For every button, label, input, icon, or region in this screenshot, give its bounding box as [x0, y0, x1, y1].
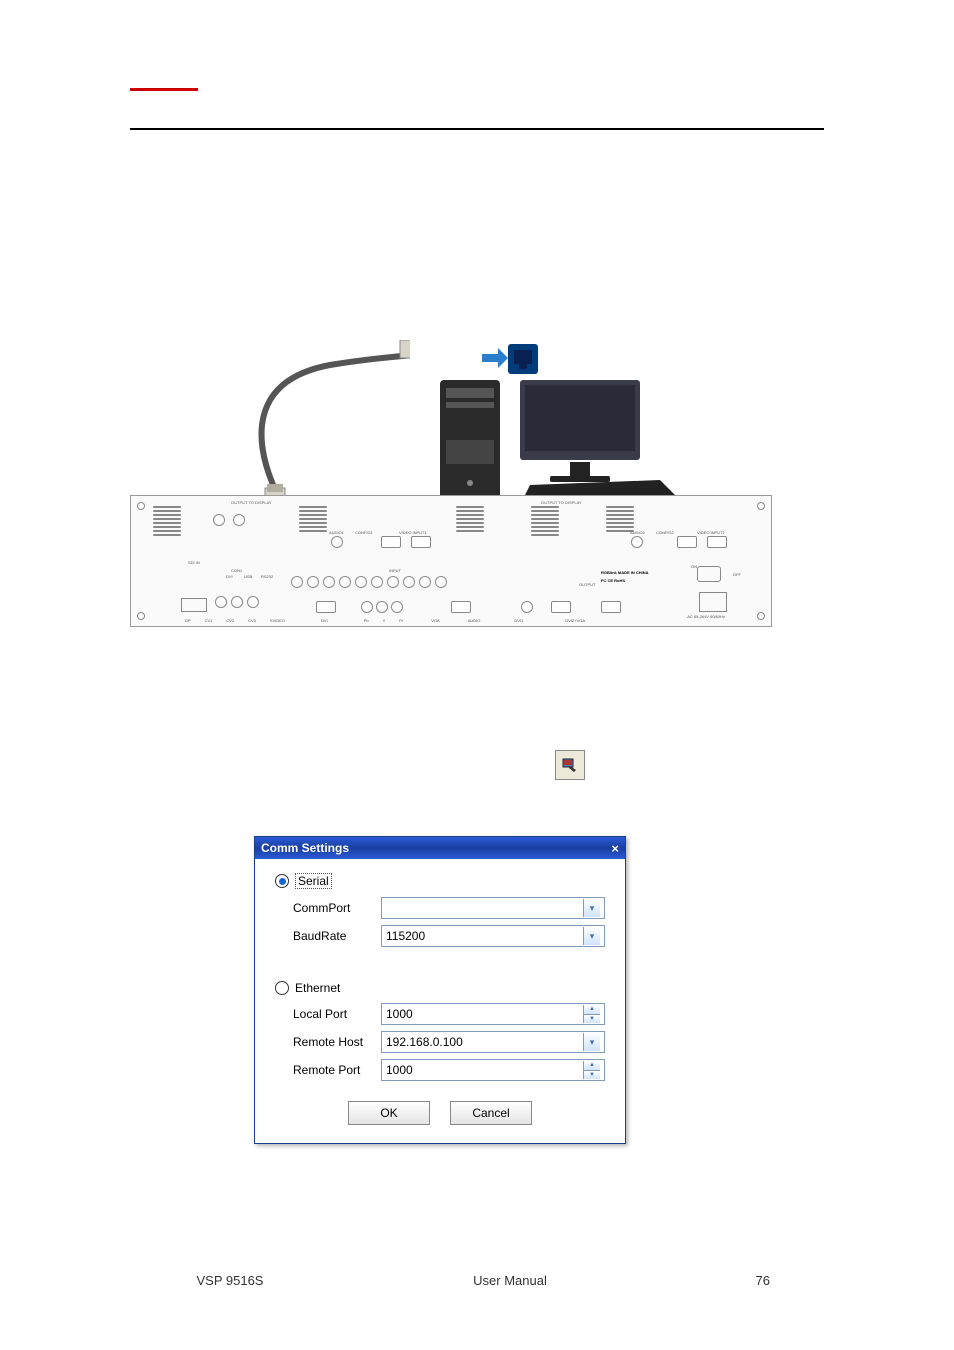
ok-button[interactable]: OK [348, 1101, 430, 1125]
localport-spinner[interactable]: 1000 ▲▼ [381, 1003, 605, 1025]
vent [456, 506, 484, 533]
chevron-down-icon[interactable]: ▾ [583, 1033, 600, 1051]
panel-label: AUDIO2 [630, 530, 645, 535]
localport-label: Local Port [275, 1007, 381, 1021]
comm-settings-dialog: Comm Settings × Serial CommPort ▾ BaudRa… [254, 836, 626, 1144]
panel-label: ON [691, 564, 697, 569]
remoteport-label: Remote Port [275, 1063, 381, 1077]
vent [606, 506, 634, 533]
baudrate-label: BaudRate [275, 929, 381, 943]
comm-settings-toolbar-icon[interactable] [555, 750, 585, 780]
vent [299, 506, 327, 533]
cancel-button[interactable]: Cancel [450, 1101, 532, 1125]
footer-title: User Manual [330, 1273, 690, 1288]
ethernet-cable-image [190, 340, 410, 520]
vent [153, 506, 181, 537]
localport-value: 1000 [386, 1007, 413, 1021]
panel-label: VIDEO INPUT2 [697, 530, 725, 535]
serial-radio[interactable] [275, 874, 289, 888]
panel-label: INPUT [389, 568, 401, 573]
panel-label: OUTPUT TO DISPLAY [231, 500, 272, 505]
panel-label: RGBlink MADE IN CHINA [601, 570, 649, 575]
remotehost-dropdown[interactable]: 192.168.0.100 ▾ [381, 1031, 605, 1053]
panel-label: CON1 [231, 568, 242, 573]
panel-label: RS232 [261, 574, 273, 579]
panel-label: VIDEO INPUT1 [399, 530, 427, 535]
chevron-down-icon[interactable]: ▾ [583, 927, 600, 945]
panel-label: AC 85-264V 50/60Hz [687, 614, 725, 619]
panel-label: OUTPUT TO DISPLAY [541, 500, 582, 505]
close-icon[interactable]: × [611, 841, 619, 856]
device-rear-panel: OUTPUT TO DISPLAY OUTPUT TO DISPLAY AUDI… [130, 495, 772, 627]
baudrate-value: 115200 [386, 929, 425, 943]
vent [531, 506, 559, 537]
remotehost-label: Remote Host [275, 1035, 381, 1049]
remotehost-value: 192.168.0.100 [386, 1035, 463, 1049]
dialog-title: Comm Settings [261, 841, 349, 855]
remoteport-value: 1000 [386, 1063, 413, 1077]
panel-label: OUTPUT [579, 582, 595, 587]
spinner-icon[interactable]: ▲▼ [583, 1061, 600, 1079]
spinner-icon[interactable]: ▲▼ [583, 1005, 600, 1023]
panel-label: SDI IN [188, 560, 200, 565]
baudrate-dropdown[interactable]: 115200 ▾ [381, 925, 605, 947]
panel-label: DVI [226, 574, 233, 579]
serial-radio-label: Serial [295, 873, 332, 889]
ethernet-radio-label: Ethernet [295, 981, 340, 995]
remoteport-spinner[interactable]: 1000 ▲▼ [381, 1059, 605, 1081]
chevron-down-icon[interactable]: ▾ [583, 899, 600, 917]
page-footer: VSP 9516S User Manual 76 [130, 1273, 770, 1288]
dialog-titlebar[interactable]: Comm Settings × [255, 837, 625, 859]
panel-label: CONFIG2 [656, 530, 674, 535]
ethernet-radio[interactable] [275, 981, 289, 995]
divider [130, 128, 824, 130]
panel-label: AUDIO1 [329, 530, 344, 535]
panel-label: CONFIG1 [355, 530, 373, 535]
panel-label: USB [244, 574, 252, 579]
footer-page: 76 [690, 1273, 770, 1288]
commport-dropdown[interactable]: ▾ [381, 897, 605, 919]
panel-label: OFF [733, 572, 741, 577]
footer-model: VSP 9516S [130, 1273, 330, 1288]
commport-label: CommPort [275, 901, 381, 915]
panel-label: FC CE RoHS [601, 578, 625, 583]
